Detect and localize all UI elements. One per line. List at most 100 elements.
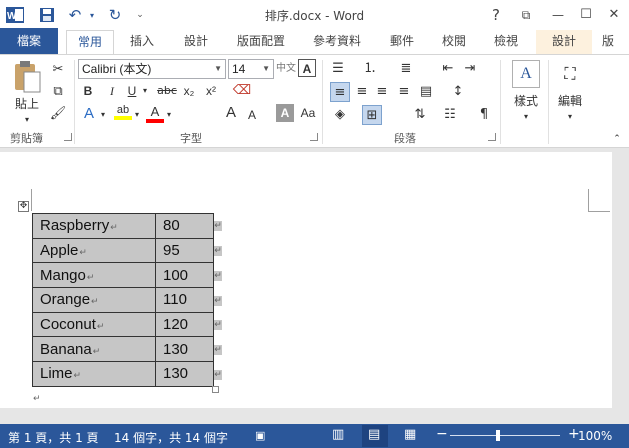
bullets-icon[interactable]: ☰ — [328, 59, 348, 79]
value-cell[interactable]: 95 — [155, 237, 214, 264]
align-center-icon[interactable]: ≡ — [352, 82, 372, 102]
font-name-combo[interactable]: Calibri (本文) ▼ — [78, 59, 226, 79]
minimize-button[interactable]: — — [546, 4, 570, 26]
text-effects-dropdown-icon[interactable]: ▾ — [98, 106, 108, 124]
tab-table-layout[interactable]: 版 — [598, 30, 618, 54]
fruit-name: Coconut — [40, 316, 96, 334]
grow-font-button[interactable]: A — [222, 104, 240, 122]
editing-dropdown-icon[interactable]: ▾ — [564, 108, 576, 126]
highlight-dropdown-icon[interactable]: ▾ — [132, 106, 142, 124]
cut-icon[interactable]: ✂ — [48, 60, 68, 80]
font-size-combo[interactable]: 14 ▼ — [228, 59, 274, 79]
zoom-out-button[interactable]: − — [436, 426, 448, 442]
zoom-slider[interactable] — [450, 435, 560, 436]
chevron-down-icon[interactable]: ▼ — [214, 60, 222, 78]
font-color-dropdown-icon[interactable]: ▾ — [164, 106, 174, 124]
tab-home[interactable]: 常用 — [66, 30, 114, 55]
tab-review[interactable]: 校閱 — [432, 30, 476, 54]
font-color-icon[interactable]: A — [146, 104, 164, 124]
value-cell[interactable]: 80 — [155, 213, 214, 239]
table-resize-handle[interactable] — [212, 386, 219, 393]
align-right-icon[interactable]: ≡ — [372, 82, 392, 102]
tab-design[interactable]: 設計 — [174, 30, 218, 54]
value-cell[interactable]: 130 — [155, 336, 214, 363]
char-shading-button[interactable]: A — [276, 104, 294, 122]
fruit-cell[interactable]: Mango↵ — [32, 262, 156, 289]
strikethrough-button[interactable]: abc — [156, 82, 178, 100]
help-button[interactable]: ? — [484, 4, 508, 26]
numbering-icon[interactable]: ⒈ — [360, 59, 380, 79]
value-cell[interactable]: 120 — [155, 311, 214, 338]
status-bar: 第 1 頁，共 1 頁 14 個字，共 14 個字 ▣ ▥ ▤ ▦ − + 10… — [0, 424, 629, 448]
styles-dropdown-icon[interactable]: ▾ — [520, 108, 532, 126]
paragraph-launcher-icon[interactable] — [488, 133, 496, 141]
value-cell[interactable]: 100 — [155, 262, 214, 289]
table-move-handle-icon[interactable]: ✥ — [18, 201, 29, 212]
zoom-level[interactable]: 100% — [578, 429, 612, 443]
format-painter-icon[interactable]: 🖌 — [48, 104, 68, 124]
binoculars-icon[interactable]: ⛶ — [556, 60, 584, 88]
copy-icon[interactable]: ⧉ — [48, 82, 68, 102]
fruit-cell[interactable]: Coconut↵ — [32, 311, 156, 338]
fruit-cell[interactable]: Banana↵ — [32, 336, 156, 363]
fruit-name: Apple — [40, 242, 79, 260]
close-button[interactable]: ✕ — [602, 4, 626, 26]
show-formatting-icon[interactable]: ¶ — [474, 105, 494, 125]
multilevel-list-icon[interactable]: ≣ — [396, 59, 416, 79]
shrink-font-button[interactable]: A — [244, 106, 260, 124]
underline-dropdown-icon[interactable]: ▾ — [140, 82, 150, 100]
italic-button[interactable]: I — [104, 82, 120, 100]
maximize-button[interactable]: ☐ — [574, 4, 598, 26]
fruit-cell[interactable]: Lime↵ — [32, 361, 156, 387]
clear-formatting-icon[interactable]: ⌫ — [232, 81, 252, 101]
web-layout-icon[interactable]: ▦ — [404, 427, 416, 442]
distributed-icon[interactable]: ▤ — [416, 82, 436, 102]
tab-view[interactable]: 檢視 — [484, 30, 528, 54]
styles-icon[interactable]: A — [512, 60, 540, 88]
tab-references[interactable]: 參考資料 — [304, 30, 370, 54]
bold-button[interactable]: B — [80, 82, 96, 100]
fruit-value: 130 — [163, 340, 189, 358]
vertical-scrollbar[interactable] — [613, 148, 629, 424]
tab-layout[interactable]: 版面配置 — [228, 30, 294, 54]
tab-file[interactable]: 檔案 — [0, 28, 58, 54]
ribbon-display-options-button[interactable]: ⧉ — [514, 4, 538, 26]
proofing-icon[interactable]: ▣ — [255, 429, 265, 442]
print-layout-icon[interactable]: ▤ — [368, 427, 380, 442]
sort-icon[interactable]: ⇅ — [410, 105, 430, 125]
phonetic-guide-button[interactable]: 中文 — [276, 60, 296, 78]
paste-icon[interactable] — [12, 60, 42, 96]
increase-indent-icon[interactable]: ⇥ — [460, 59, 480, 79]
subscript-button[interactable]: x₂ — [180, 82, 198, 100]
value-cell[interactable]: 130 — [155, 361, 214, 387]
shading-icon[interactable]: ◈ — [330, 105, 350, 125]
borders-icon[interactable]: ⊞ — [362, 105, 382, 125]
tab-table-design[interactable]: 設計 — [536, 30, 592, 54]
asian-layout-icon[interactable]: ☷ — [440, 105, 460, 125]
tab-mailings[interactable]: 郵件 — [380, 30, 424, 54]
collapse-ribbon-icon[interactable]: ⌃ — [610, 130, 624, 148]
superscript-button[interactable]: x² — [202, 82, 220, 100]
value-cell[interactable]: 110 — [155, 287, 214, 313]
decrease-indent-icon[interactable]: ⇤ — [438, 59, 458, 79]
highlight-icon[interactable]: ab — [114, 104, 132, 124]
tab-insert[interactable]: 插入 — [120, 30, 164, 54]
clipboard-launcher-icon[interactable] — [64, 133, 72, 141]
fruit-cell[interactable]: Raspberry↵ — [32, 213, 156, 239]
fruit-cell[interactable]: Orange↵ — [32, 287, 156, 313]
chevron-down-icon[interactable]: ▼ — [262, 60, 270, 78]
zoom-slider-thumb[interactable] — [496, 430, 500, 441]
change-case-button[interactable]: Aa — [298, 104, 318, 122]
line-spacing-icon[interactable]: ↕ — [448, 82, 468, 102]
char-border-button[interactable]: A — [298, 59, 316, 77]
fruit-cell[interactable]: Apple↵ — [32, 237, 156, 264]
text-effects-icon[interactable]: A — [80, 105, 98, 123]
align-left-icon[interactable]: ≡ — [330, 82, 350, 102]
font-launcher-icon[interactable] — [310, 133, 318, 141]
read-mode-icon[interactable]: ▥ — [332, 427, 344, 442]
paste-dropdown-icon[interactable]: ▾ — [20, 111, 34, 129]
underline-button[interactable]: U — [124, 82, 140, 100]
word-count[interactable]: 14 個字，共 14 個字 — [114, 429, 228, 446]
justify-icon[interactable]: ≡ — [394, 82, 414, 102]
page-count[interactable]: 第 1 頁，共 1 頁 — [8, 429, 99, 446]
